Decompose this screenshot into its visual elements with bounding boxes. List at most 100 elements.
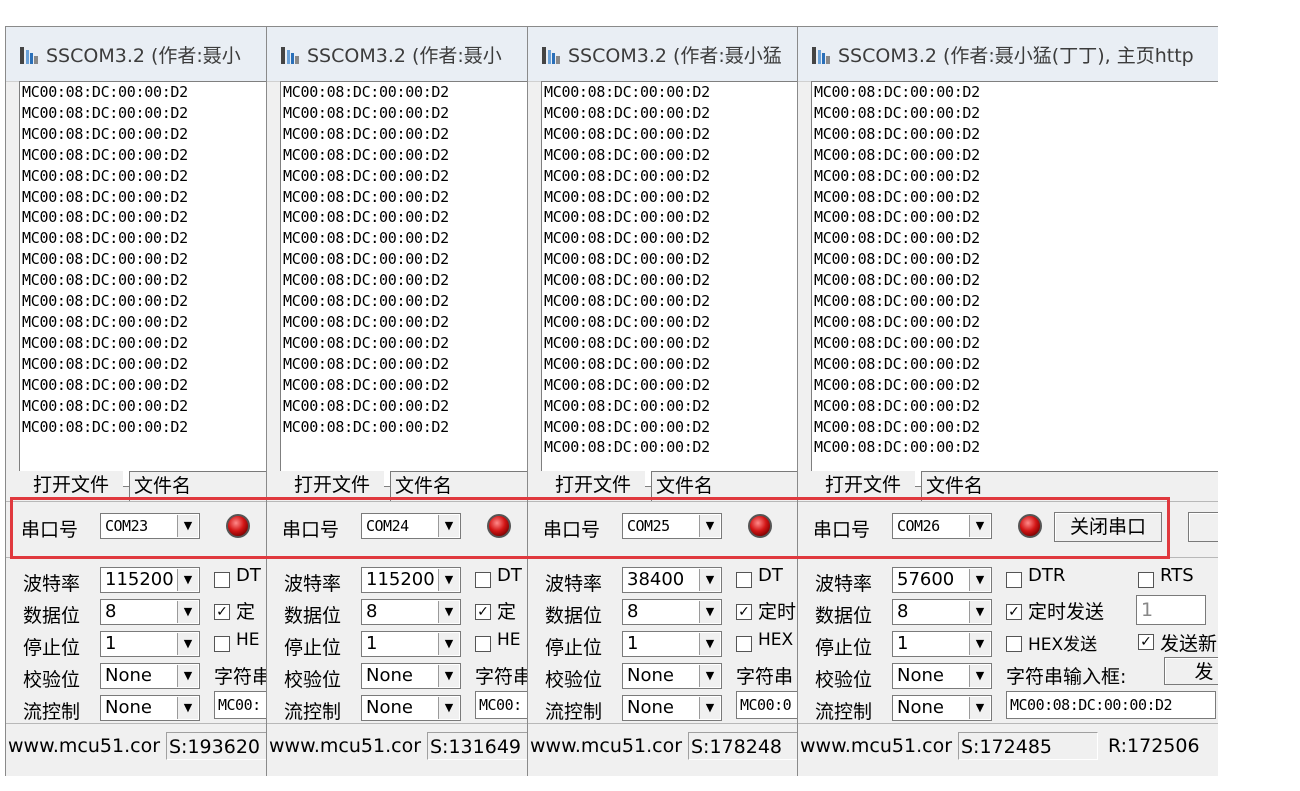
port-select[interactable]: COM25 ▼ xyxy=(622,513,722,539)
receive-line: MC00:08:DC:00:00:D2 xyxy=(22,375,188,394)
receive-line: MC00:08:DC:00:00:D2 xyxy=(22,271,188,290)
stop-bits-select[interactable]: 1 ▼ xyxy=(622,631,722,657)
receive-line: MC00:08:DC:00:00:D2 xyxy=(814,208,980,227)
title-bar: SSCOM3.2 (作者:聂小 xyxy=(6,27,266,82)
separator xyxy=(6,557,266,558)
string-input-label: 字符串 xyxy=(475,666,527,688)
status-sent-count: S:193620 xyxy=(166,732,266,760)
dtr-checkbox[interactable] xyxy=(214,572,230,588)
receive-line: MC00:08:DC:00:00:D2 xyxy=(814,229,980,248)
dtr-checkbox[interactable] xyxy=(736,572,752,588)
hex-send-label: HEX xyxy=(758,630,794,650)
file-name-field[interactable]: 文件名 xyxy=(921,471,1227,501)
parity-label: 校验位 xyxy=(23,669,81,691)
data-bits-select[interactable]: 8 ▼ xyxy=(892,599,992,625)
window-title: SSCOM3.2 (作者:聂小 xyxy=(307,45,502,67)
flow-control-value: None xyxy=(627,697,674,718)
dtr-checkbox[interactable] xyxy=(475,572,491,588)
receive-line: MC00:08:DC:00:00:D2 xyxy=(814,438,980,457)
receive-area[interactable]: MC00:08:DC:00:00:D2 MC00:08:DC:00:00:D2 MC… xyxy=(19,81,266,487)
parity-value: None xyxy=(105,665,152,686)
data-bits-select[interactable]: 8 ▼ xyxy=(361,599,461,625)
stop-bits-select[interactable]: 1 ▼ xyxy=(892,631,992,657)
flow-control-select[interactable]: None ▼ xyxy=(361,695,461,721)
file-name-field[interactable]: 文件名 xyxy=(390,471,527,501)
parity-select[interactable]: None ▼ xyxy=(361,663,461,689)
port-select[interactable]: COM24 ▼ xyxy=(361,513,461,539)
timed-send-checkbox[interactable]: ✓ xyxy=(214,604,230,620)
chevron-down-icon: ▼ xyxy=(969,601,990,623)
stop-bits-select[interactable]: 1 ▼ xyxy=(361,631,461,657)
receive-line: MC00:08:DC:00:00:D2 xyxy=(22,250,188,269)
parity-select[interactable]: None ▼ xyxy=(100,663,200,689)
interval-input[interactable]: 1 xyxy=(1136,595,1206,625)
receive-line: MC00:08:DC:00:00:D2 xyxy=(814,375,980,394)
timed-send-checkbox[interactable]: ✓ xyxy=(1006,604,1022,620)
receive-line: MC00:08:DC:00:00:D2 xyxy=(283,145,449,164)
receive-area[interactable]: MC00:08:DC:00:00:D2 MC00:08:DC:00:00:D2 MC… xyxy=(280,81,527,487)
baud-rate-select[interactable]: 38400 ▼ xyxy=(622,567,722,593)
data-bits-select[interactable]: 8 ▼ xyxy=(100,599,200,625)
receive-area[interactable]: MC00:08:DC:00:00:D2 MC00:08:DC:00:00:D2 MC… xyxy=(541,81,797,487)
baud-rate-label: 波特率 xyxy=(545,573,603,595)
receive-line: MC00:08:DC:00:00:D2 xyxy=(814,124,980,143)
flow-control-select[interactable]: None ▼ xyxy=(622,695,722,721)
string-input[interactable]: MC00: xyxy=(214,691,266,719)
receive-line: MC00:08:DC:00:00:D2 xyxy=(22,333,188,352)
receive-line: MC00:08:DC:00:00:D2 xyxy=(22,396,188,415)
chevron-down-icon: ▼ xyxy=(699,697,720,719)
flow-control-select[interactable]: None ▼ xyxy=(892,695,992,721)
open-file-button[interactable]: 打开文件 xyxy=(541,471,645,501)
parity-value: None xyxy=(366,665,413,686)
flow-control-select[interactable]: None ▼ xyxy=(100,695,200,721)
baud-rate-value: 115200 xyxy=(366,569,435,590)
timed-send-checkbox[interactable]: ✓ xyxy=(736,604,752,620)
open-file-button[interactable]: 打开文件 xyxy=(811,471,915,501)
port-select[interactable]: COM26 ▼ xyxy=(892,513,992,539)
string-input-label: 字符串 xyxy=(214,666,266,688)
stop-bits-value: 1 xyxy=(105,633,117,654)
hex-send-checkbox[interactable] xyxy=(214,636,230,652)
sscom-window: SSCOM3.2 (作者:聂小猛(丁丁), 主页http MC00:08:DC:0… xyxy=(797,26,1227,776)
flow-control-label: 流控制 xyxy=(23,701,81,723)
receive-area[interactable]: MC00:08:DC:00:00:D2 MC00:08:DC:00:00:D2 MC… xyxy=(811,81,1227,487)
baud-rate-select[interactable]: 115200 ▼ xyxy=(100,567,200,593)
chevron-down-icon: ▼ xyxy=(438,601,459,623)
baud-rate-value: 38400 xyxy=(627,569,685,590)
data-bits-value: 8 xyxy=(897,601,909,622)
parity-select[interactable]: None ▼ xyxy=(892,663,992,689)
hex-send-checkbox[interactable] xyxy=(736,636,752,652)
open-file-button[interactable]: 打开文件 xyxy=(19,471,123,501)
hex-send-checkbox[interactable] xyxy=(475,636,491,652)
status-led-icon xyxy=(748,514,772,538)
port-value: COM23 xyxy=(105,517,148,535)
baud-rate-select[interactable]: 115200 ▼ xyxy=(361,567,461,593)
receive-line: MC00:08:DC:00:00:D2 xyxy=(814,187,980,206)
timed-send-checkbox[interactable]: ✓ xyxy=(475,604,491,620)
data-bits-select[interactable]: 8 ▼ xyxy=(622,599,722,625)
send-newline-checkbox[interactable]: ✓ xyxy=(1138,634,1154,650)
parity-select[interactable]: None ▼ xyxy=(622,663,722,689)
rts-checkbox[interactable] xyxy=(1138,572,1154,588)
chevron-down-icon: ▼ xyxy=(177,601,198,623)
title-bar: SSCOM3.2 (作者:聂小猛(丁丁), 主页http xyxy=(798,27,1227,82)
status-website: www.mcu51.cor xyxy=(269,735,422,757)
string-input[interactable]: MC00: xyxy=(475,691,527,719)
dtr-checkbox[interactable] xyxy=(1006,572,1022,588)
open-file-button[interactable]: 打开文件 xyxy=(280,471,384,501)
close-port-button[interactable]: 关闭串口 xyxy=(1054,512,1162,542)
receive-line: MC00:08:DC:00:00:D2 xyxy=(544,396,710,415)
chevron-down-icon: ▼ xyxy=(438,633,459,655)
file-name-field[interactable]: 文件名 xyxy=(651,471,797,501)
receive-line: MC00:08:DC:00:00:D2 xyxy=(22,83,188,101)
string-input[interactable]: MC00:08:DC:00:00:D2 xyxy=(1006,691,1216,719)
baud-rate-select[interactable]: 57600 ▼ xyxy=(892,567,992,593)
file-name-field[interactable]: 文件名 xyxy=(129,471,266,501)
receive-line: MC00:08:DC:00:00:D2 xyxy=(544,103,710,122)
string-input[interactable]: MC00:0 xyxy=(736,691,797,719)
hex-send-checkbox[interactable] xyxy=(1006,636,1022,652)
flow-control-label: 流控制 xyxy=(815,701,873,723)
stop-bits-select[interactable]: 1 ▼ xyxy=(100,631,200,657)
port-label: 串口号 xyxy=(282,519,340,541)
port-select[interactable]: COM23 ▼ xyxy=(100,513,200,539)
